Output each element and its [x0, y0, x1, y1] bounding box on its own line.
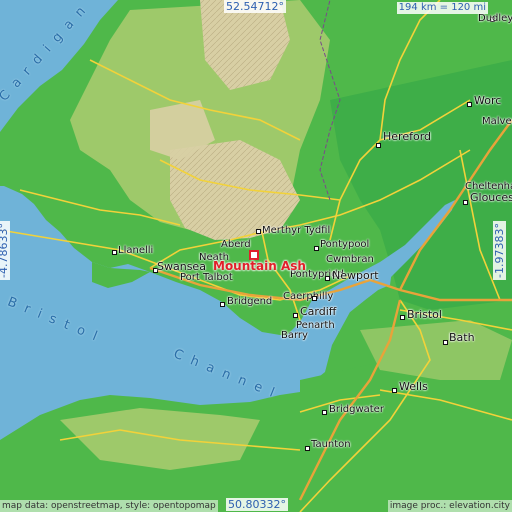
- town-gloucester: Glouces: [470, 191, 512, 204]
- town-dot: [293, 313, 298, 318]
- map-view[interactable]: Cardigan Bristol Channel Dudley Worc Mal…: [0, 0, 512, 512]
- town-dot: [376, 143, 381, 148]
- town-dot: [325, 276, 330, 281]
- town-dot: [322, 410, 327, 415]
- coord-top: 52.54712°: [224, 0, 286, 13]
- attribution-left: map data: openstreetmap, style: opentopo…: [0, 500, 218, 512]
- town-port-talbot: Port Talbot: [180, 272, 233, 283]
- town-malvern: Malvern: [482, 116, 512, 127]
- town-cardiff: Cardiff: [300, 305, 337, 318]
- town-pontypool: Pontypool: [320, 239, 370, 250]
- town-bridgend: Bridgend: [227, 296, 273, 307]
- town-cwmbran: Cwmbran: [326, 254, 374, 265]
- town-bridgwater: Bridgwater: [329, 404, 384, 415]
- town-dot: [312, 296, 317, 301]
- town-dot: [314, 246, 319, 251]
- town-dot: [463, 200, 468, 205]
- coord-left: -4.78633°: [0, 221, 10, 280]
- marker-label: Mountain Ash: [213, 259, 306, 273]
- attribution-right: image proc.: elevation.city: [387, 500, 512, 512]
- town-dot: [256, 229, 261, 234]
- town-dot: [305, 446, 310, 451]
- town-dot: [467, 102, 472, 107]
- coord-bottom: 50.80332°: [226, 498, 288, 511]
- town-dudley: Dudley: [478, 13, 512, 24]
- scale-bar: 194 km = 120 mi: [396, 2, 488, 14]
- town-caerphilly: Caerphilly: [283, 291, 334, 302]
- town-dot: [400, 315, 405, 320]
- town-dot: [392, 388, 397, 393]
- town-bristol: Bristol: [407, 308, 442, 321]
- town-wells: Wells: [399, 380, 428, 393]
- coord-right: -1.97383°: [492, 221, 506, 280]
- town-taunton: Taunton: [311, 439, 351, 450]
- town-hereford: Hereford: [383, 130, 432, 143]
- town-dot: [220, 302, 225, 307]
- town-llanelli: Llanelli: [118, 245, 154, 256]
- town-dot: [112, 250, 117, 255]
- town-barry: Barry: [281, 330, 308, 341]
- town-bath: Bath: [449, 331, 475, 344]
- town-newport: Newport: [332, 269, 379, 282]
- town-worcester: Worc: [474, 94, 502, 107]
- town-dot: [443, 340, 448, 345]
- town-aberdare: Aberd: [221, 239, 251, 250]
- town-merthyr: Merthyr Tydfil: [262, 225, 331, 236]
